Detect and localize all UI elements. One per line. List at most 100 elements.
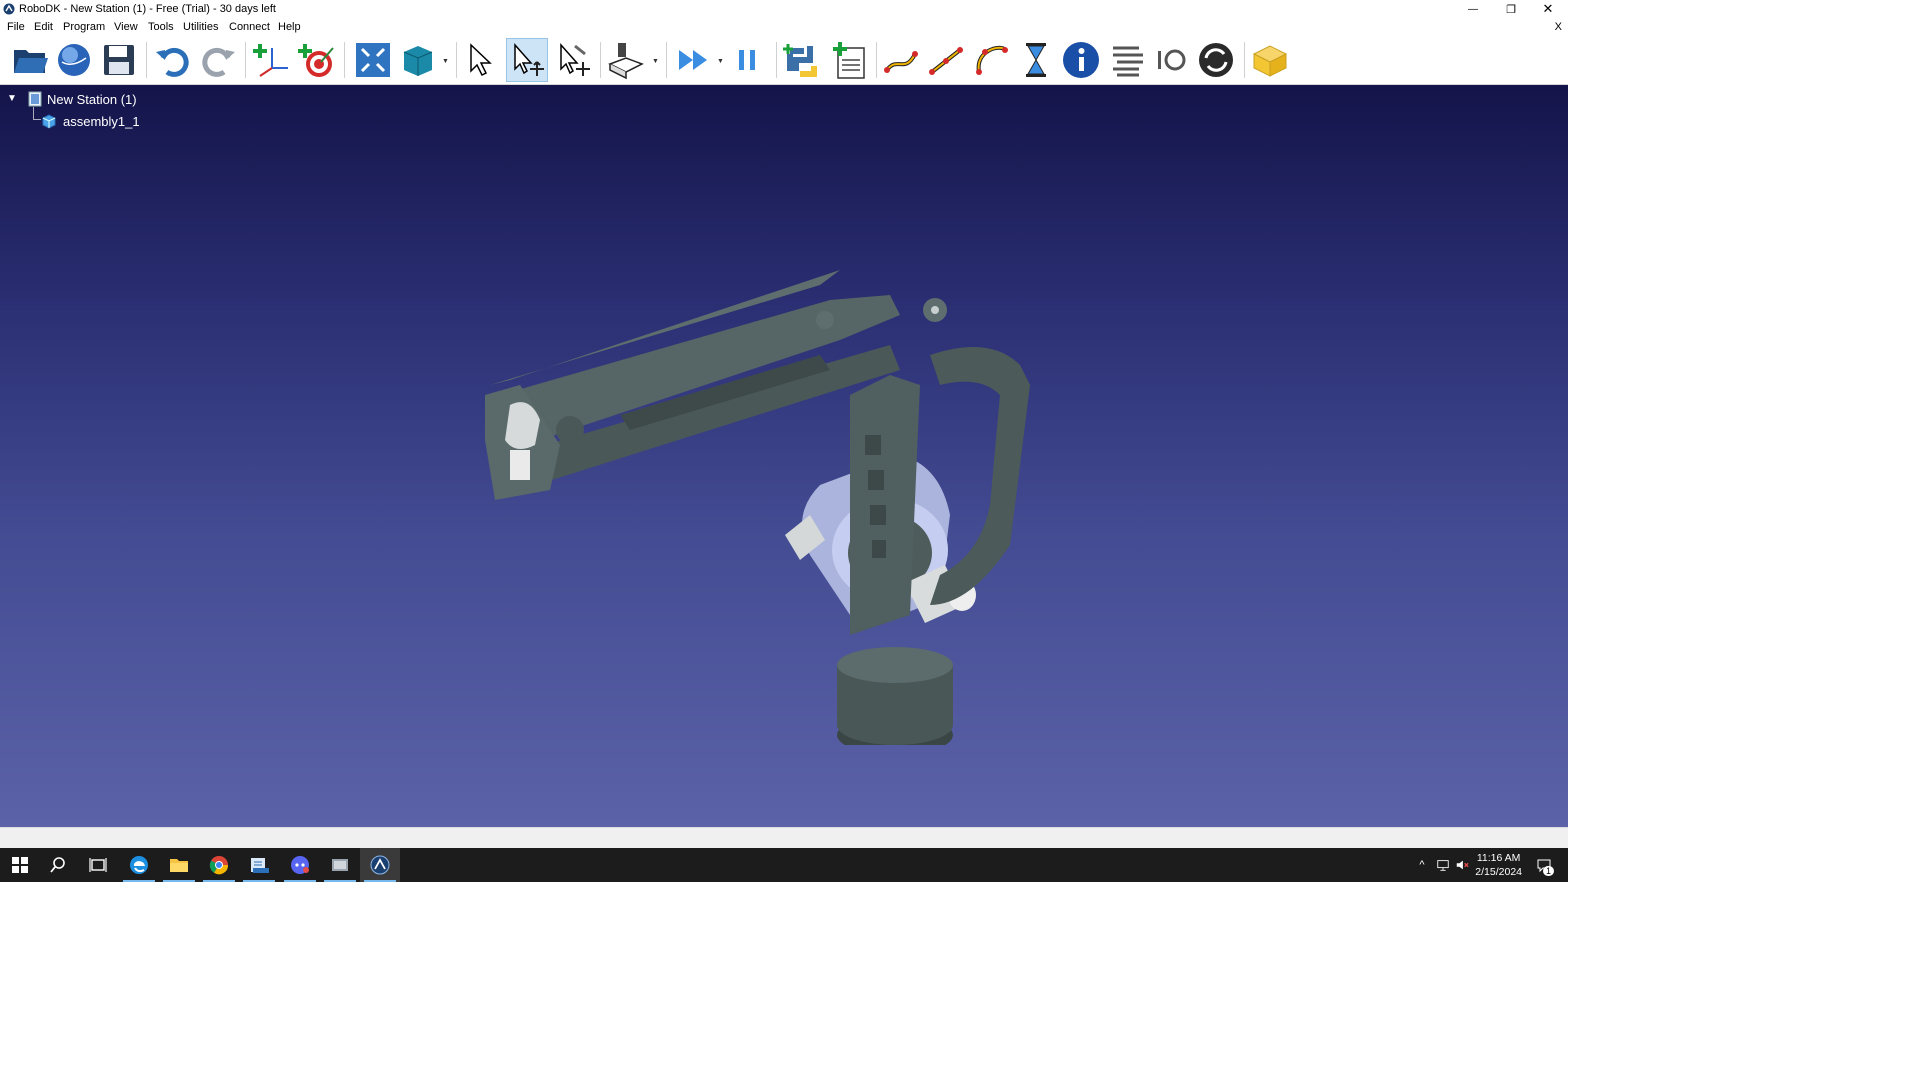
3d-viewport[interactable]: ▼ New Station (1) assembly1_1 [0, 85, 1568, 827]
run-program-icon [679, 50, 707, 70]
menu-bar: File Edit Program View Tools Utilities C… [0, 18, 1568, 36]
menu-file[interactable]: File [7, 21, 25, 33]
show-hidden-icons-button[interactable]: ^ [1414, 848, 1430, 882]
move-circular-button[interactable] [970, 38, 1012, 82]
pause-icon [739, 50, 755, 70]
redo-icon [202, 47, 235, 77]
python-program-button[interactable] [781, 38, 823, 82]
object-cube-icon [42, 114, 56, 129]
view-cube-icon [403, 46, 433, 76]
window-title: RoboDK - New Station (1) - Free (Trial) … [19, 3, 276, 15]
taskbar-file-explorer[interactable] [159, 848, 199, 882]
action-center-button[interactable]: 1 [1530, 848, 1558, 882]
move-tool-button[interactable] [552, 38, 594, 82]
notification-count: 1 [1542, 866, 1554, 876]
show-message-button[interactable] [1060, 38, 1102, 82]
title-bar: RoboDK - New Station (1) - Free (Trial) … [0, 0, 1568, 18]
tree-item-assembly[interactable]: assembly1_1 [63, 114, 140, 129]
undo-button[interactable] [152, 38, 194, 82]
clock-date: 2/15/2024 [1475, 866, 1522, 878]
select-button[interactable] [460, 38, 502, 82]
robodk-icon [370, 855, 390, 875]
add-program-icon [833, 42, 865, 79]
app-icon [251, 858, 269, 873]
add-tool-icon [608, 43, 644, 80]
tool-dropdown-arrow[interactable]: ▼ [652, 58, 659, 65]
menu-utilities[interactable]: Utilities [183, 21, 218, 33]
toolbar-separator [456, 42, 457, 78]
taskbar-discord[interactable] [280, 848, 320, 882]
run-program-button[interactable] [672, 38, 714, 82]
view-dropdown-arrow[interactable]: ▼ [442, 58, 449, 65]
show-message-icon [1063, 42, 1099, 78]
move-joint-button[interactable] [880, 38, 922, 82]
menu-help[interactable]: Help [278, 21, 301, 33]
clock-time: 11:16 AM [1476, 852, 1521, 864]
system-clock[interactable]: 11:16 AM 2/15/2024 [1475, 851, 1522, 879]
toolbar-separator [600, 42, 601, 78]
add-reference-frame-icon [253, 44, 288, 77]
taskbar-app-2[interactable] [320, 848, 360, 882]
menu-connect[interactable]: Connect [229, 21, 270, 33]
online-library-button[interactable] [53, 38, 95, 82]
app-icon-2 [332, 859, 348, 871]
task-view-button[interactable] [78, 848, 118, 882]
move-linear-icon [929, 47, 963, 75]
windows-taskbar: ^ 11:16 AM 2/15/2024 1 [0, 848, 1568, 882]
add-target-button[interactable] [296, 38, 338, 82]
save-button[interactable] [98, 38, 140, 82]
pause-button[interactable] [726, 38, 768, 82]
toolbar-separator [666, 42, 667, 78]
add-tool-button[interactable] [605, 38, 647, 82]
fit-all-button[interactable] [352, 38, 394, 82]
pause-timer-button[interactable] [1015, 38, 1057, 82]
set-io-button[interactable] [1150, 38, 1192, 82]
toolbar-separator [1244, 42, 1245, 78]
station-icon [28, 91, 42, 107]
tree-connector [33, 119, 41, 120]
minimize-button[interactable]: — [1454, 0, 1492, 18]
close-window-button[interactable]: ✕ [1529, 0, 1567, 18]
taskbar-edge[interactable] [119, 848, 159, 882]
open-button[interactable] [9, 38, 51, 82]
open-icon [14, 50, 48, 73]
tree-item-station[interactable]: New Station (1) [47, 92, 137, 107]
synchronize-icon [1199, 43, 1233, 77]
add-program-button[interactable] [829, 38, 871, 82]
discord-icon [291, 856, 309, 874]
move-joint-icon [884, 51, 918, 73]
move-linear-button[interactable] [925, 38, 967, 82]
close-document-button[interactable]: X [1555, 21, 1562, 33]
status-bar [0, 827, 1568, 849]
move-reference-button[interactable] [506, 38, 548, 82]
taskbar-app[interactable] [239, 848, 279, 882]
menu-tools[interactable]: Tools [148, 21, 174, 33]
toolbar-separator [245, 42, 246, 78]
program-call-button[interactable] [1106, 38, 1148, 82]
synchronize-button[interactable] [1195, 38, 1237, 82]
program-call-icon [1113, 46, 1143, 77]
add-target-icon [298, 44, 334, 77]
toolbar-separator [344, 42, 345, 78]
view-cube-button[interactable] [397, 38, 439, 82]
menu-program[interactable]: Program [63, 21, 105, 33]
move-circular-icon [976, 45, 1008, 75]
menu-view[interactable]: View [114, 21, 138, 33]
volume-muted-icon[interactable] [1453, 848, 1471, 882]
restore-button[interactable]: ❐ [1492, 0, 1530, 18]
toolbar-separator [776, 42, 777, 78]
toolbar: ▼ ▼ ▼ [0, 36, 1568, 85]
run-dropdown-arrow[interactable]: ▼ [717, 58, 724, 65]
search-button[interactable] [38, 848, 78, 882]
taskbar-robodk[interactable] [360, 848, 400, 882]
taskbar-chrome[interactable] [199, 848, 239, 882]
menu-edit[interactable]: Edit [34, 21, 53, 33]
robot-3d-model[interactable] [470, 205, 1090, 745]
network-icon[interactable] [1434, 848, 1452, 882]
start-button[interactable] [0, 848, 40, 882]
add-reference-frame-button[interactable] [251, 38, 293, 82]
export-simulation-button[interactable] [1249, 38, 1291, 82]
redo-button[interactable] [197, 38, 239, 82]
windows-start-icon [12, 857, 28, 873]
collapse-arrow-icon[interactable]: ▼ [7, 93, 17, 104]
